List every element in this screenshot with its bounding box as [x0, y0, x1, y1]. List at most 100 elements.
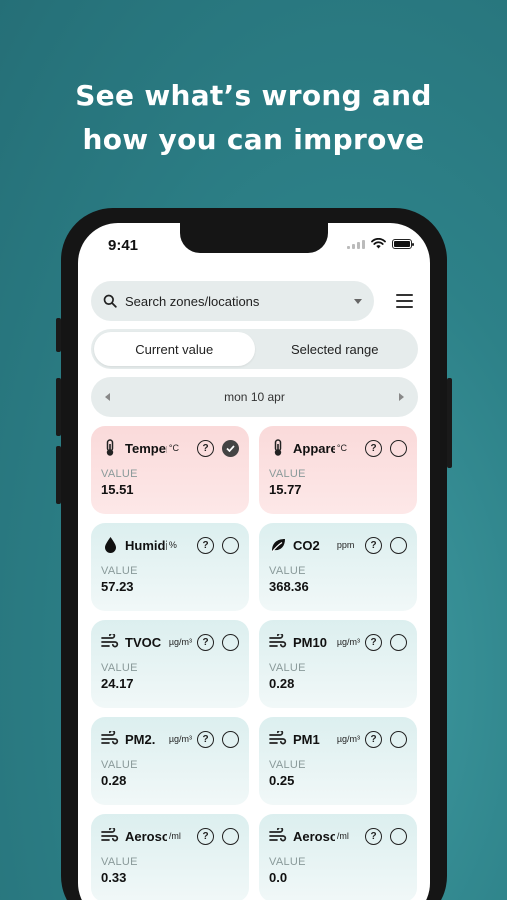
sensor-value: 24.17 [101, 676, 134, 691]
radio-button[interactable] [390, 827, 407, 845]
wind-icon [269, 633, 287, 651]
value-label: VALUE [101, 565, 138, 577]
battery-icon [392, 238, 414, 249]
sensor-value: 0.0 [269, 870, 288, 885]
sensor-name: PM1 [293, 731, 320, 747]
phone-side-button [56, 318, 61, 352]
radio-button[interactable] [390, 439, 407, 457]
wind-icon [101, 633, 119, 651]
sensor-card[interactable]: PM1 µg/m³ ? VALUE 0.25 [259, 717, 417, 805]
app-screen: 9:41 Search zones/locations Current valu… [78, 223, 430, 900]
sensor-name: CO2 [293, 537, 320, 553]
help-icon[interactable]: ? [197, 439, 214, 457]
phone-side-button [447, 378, 452, 468]
sensor-name: PM10 [293, 634, 327, 650]
thermometer-icon [269, 439, 287, 457]
sensor-unit: µg/m³ [336, 734, 361, 744]
sensor-value: 15.51 [101, 482, 134, 497]
droplet-icon [101, 536, 119, 554]
sensor-name: PM2. [125, 731, 156, 747]
sensor-card[interactable]: Temper °C ? VALUE 15.51 [91, 426, 249, 514]
sensor-unit: °C [168, 443, 179, 453]
leaf-icon [269, 536, 287, 554]
sensor-value: 0.25 [269, 773, 295, 788]
radio-button[interactable] [222, 730, 239, 748]
sensor-unit: µg/m³ [168, 734, 193, 744]
sensor-value: 368.36 [269, 579, 309, 594]
wind-icon [101, 827, 119, 845]
sensor-unit: µg/m³ [336, 637, 361, 647]
checked-radio-icon[interactable] [222, 439, 239, 457]
search-bar[interactable]: Search zones/locations [91, 281, 374, 321]
hamburger-menu-icon[interactable] [396, 294, 413, 312]
search-icon [103, 294, 117, 308]
radio-button[interactable] [222, 633, 239, 651]
sensor-value: 0.28 [101, 773, 127, 788]
sensor-unit: /ml [336, 831, 349, 841]
radio-button[interactable] [390, 536, 407, 554]
thermometer-icon [101, 439, 119, 457]
sensor-name: TVOC [125, 634, 162, 650]
headline-line-2: how you can improve [82, 123, 425, 156]
sensor-card[interactable]: CO2 ppm ? VALUE 368.36 [259, 523, 417, 611]
radio-button[interactable] [390, 633, 407, 651]
value-label: VALUE [101, 468, 138, 480]
help-icon[interactable]: ? [197, 730, 214, 748]
radio-button[interactable] [390, 730, 407, 748]
sensor-value: 0.33 [101, 870, 127, 885]
sensor-unit: ppm [336, 540, 355, 550]
chevron-down-icon[interactable] [354, 298, 362, 304]
next-day-icon[interactable] [398, 393, 404, 401]
help-icon[interactable]: ? [197, 536, 214, 554]
sensor-card[interactable]: Aeroso /ml ? VALUE 0.0 [259, 814, 417, 900]
sensor-unit: µg/m³ [168, 637, 193, 647]
sensor-value: 15.77 [269, 482, 302, 497]
previous-day-icon[interactable] [105, 393, 110, 401]
date-navigator: mon 10 apr [91, 377, 418, 417]
sensor-card[interactable]: TVOC µg/m³ ? VALUE 24.17 [91, 620, 249, 708]
wifi-icon [371, 238, 386, 249]
status-time: 9:41 [108, 237, 139, 254]
value-label: VALUE [269, 662, 306, 674]
value-label: VALUE [269, 565, 306, 577]
tab-selected-range[interactable]: Selected range [255, 332, 416, 366]
help-icon[interactable]: ? [365, 536, 382, 554]
radio-button[interactable] [222, 827, 239, 845]
phone-side-button [56, 446, 61, 504]
wind-icon [269, 730, 287, 748]
help-icon[interactable]: ? [197, 633, 214, 651]
sensor-name: Aeroso [125, 828, 167, 844]
radio-button[interactable] [222, 536, 239, 554]
sensor-card[interactable]: Humidity % ? VALUE 57.23 [91, 523, 249, 611]
help-icon[interactable]: ? [365, 827, 382, 845]
sensor-unit: /ml [168, 831, 181, 841]
status-icons [347, 238, 414, 249]
value-label: VALUE [101, 662, 138, 674]
sensor-name: Appare [293, 440, 335, 456]
help-icon[interactable]: ? [365, 439, 382, 457]
help-icon[interactable]: ? [365, 730, 382, 748]
value-label: VALUE [269, 468, 306, 480]
sensor-value: 0.28 [269, 676, 295, 691]
sensor-unit: % [168, 540, 177, 550]
sensor-name: Humidity [125, 537, 167, 553]
help-icon[interactable]: ? [365, 633, 382, 651]
search-input[interactable]: Search zones/locations [125, 294, 354, 309]
phone-side-button [56, 378, 61, 436]
value-label: VALUE [269, 856, 306, 868]
sensor-card[interactable]: PM2. µg/m³ ? VALUE 0.28 [91, 717, 249, 805]
sensor-card[interactable]: PM10 µg/m³ ? VALUE 0.28 [259, 620, 417, 708]
tab-current-value[interactable]: Current value [94, 332, 255, 366]
value-label: VALUE [101, 856, 138, 868]
help-icon[interactable]: ? [197, 827, 214, 845]
wind-icon [101, 730, 119, 748]
headline: See what’s wrong and how you can improve [0, 74, 507, 162]
date-label[interactable]: mon 10 apr [224, 390, 285, 404]
sensor-card[interactable]: Aeroso /ml ? VALUE 0.33 [91, 814, 249, 900]
sensor-unit: °C [336, 443, 347, 453]
signal-icon [347, 239, 365, 249]
sensor-card[interactable]: Appare °C ? VALUE 15.77 [259, 426, 417, 514]
value-label: VALUE [269, 759, 306, 771]
phone-notch [180, 223, 328, 253]
sensor-name: Aeroso [293, 828, 335, 844]
